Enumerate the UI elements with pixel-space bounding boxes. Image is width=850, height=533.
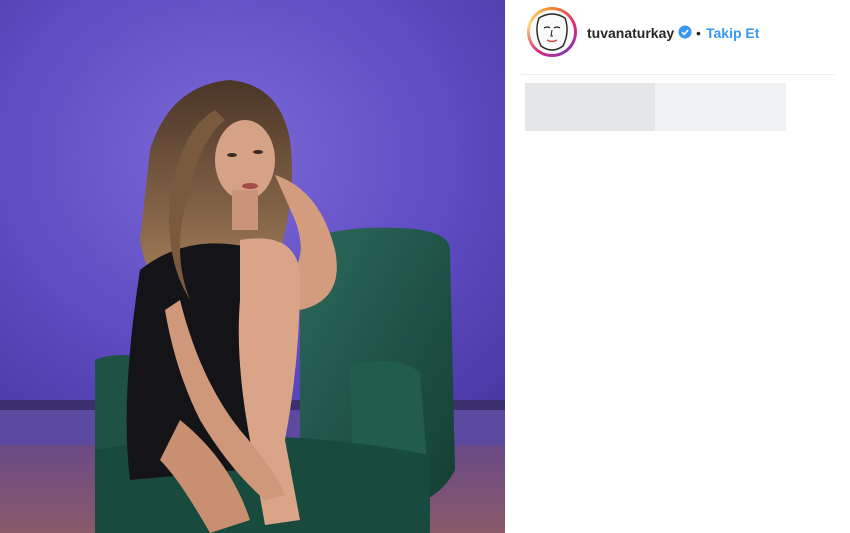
post-header: tuvanaturkay • Takip Et: [505, 0, 850, 74]
loading-placeholder: [655, 83, 786, 131]
header-divider: [521, 74, 835, 75]
face-sketch-icon: [530, 10, 574, 54]
loading-placeholder: [525, 83, 655, 131]
avatar[interactable]: [527, 7, 577, 57]
post-sidebar: tuvanaturkay • Takip Et: [505, 0, 850, 533]
follow-button[interactable]: Takip Et: [706, 25, 759, 41]
username-link[interactable]: tuvanaturkay: [587, 25, 674, 41]
verified-badge-icon: [678, 25, 692, 39]
avatar-image: [530, 10, 574, 54]
separator-dot: •: [696, 25, 701, 41]
portrait-image: [0, 0, 505, 533]
post-photo[interactable]: [0, 0, 505, 533]
